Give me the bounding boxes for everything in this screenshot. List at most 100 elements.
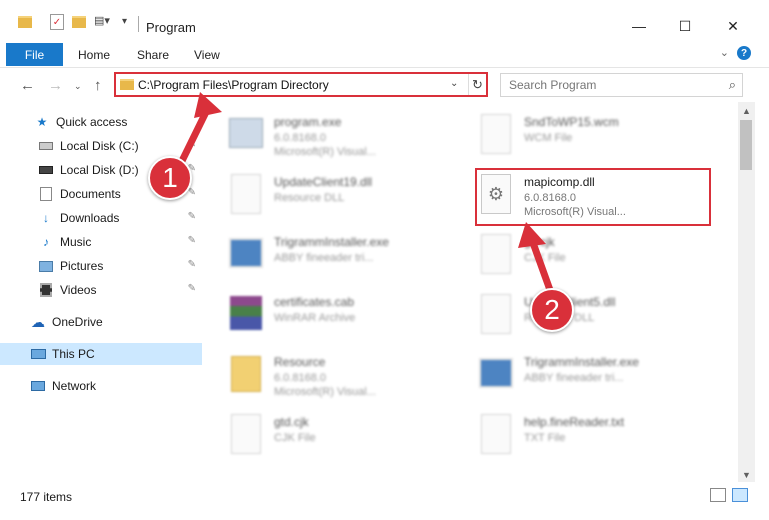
sidebar-item-label: OneDrive	[52, 315, 103, 329]
tab-share[interactable]: Share	[137, 48, 169, 62]
sidebar-item-network[interactable]: Network	[0, 375, 202, 397]
tab-home[interactable]: Home	[78, 48, 110, 62]
file-name: TrigrammInstaller.exe	[274, 235, 389, 249]
file-item[interactable]: gtl.cjk CJK File	[452, 228, 702, 286]
file-item[interactable]: UpdateClient5.dll Resource DLL	[452, 288, 702, 346]
sidebar-item-label: Quick access	[56, 115, 128, 129]
address-dropdown-icon[interactable]: ⌄	[450, 78, 458, 89]
sidebar-item-local-disk-c[interactable]: Local Disk (C:) ✎	[0, 135, 202, 157]
sidebar-item-pictures[interactable]: Pictures ✎	[0, 255, 202, 277]
maximize-button[interactable]: ☐	[662, 12, 708, 40]
file-name: program.exe	[274, 115, 342, 129]
folder-icon	[226, 352, 266, 396]
pin-icon[interactable]: ✎	[188, 235, 196, 246]
file-type: TXT File	[524, 432, 566, 444]
pin-icon[interactable]: ✎	[188, 211, 196, 222]
pin-icon[interactable]: ✎	[188, 139, 196, 150]
archive-icon	[226, 292, 266, 336]
file-item[interactable]: help.fineReader.txt TXT File	[452, 408, 702, 466]
file-type: WinRAR Archive	[274, 312, 356, 324]
title-divider	[138, 16, 139, 32]
file-item[interactable]: TrigrammInstaller.exe ABBY fineeader tri…	[202, 228, 452, 286]
scroll-down-icon[interactable]: ▼	[742, 470, 751, 480]
sidebar-item-label: Downloads	[60, 211, 120, 225]
pin-icon[interactable]: ✎	[188, 283, 196, 294]
file-version: 6.0.8168.0	[274, 372, 326, 384]
new-folder-icon[interactable]	[72, 16, 86, 28]
sidebar-item-videos[interactable]: Videos ✎	[0, 279, 202, 301]
sidebar-item-onedrive[interactable]: ☁ OneDrive	[0, 311, 202, 333]
search-icon: ⌕	[728, 77, 736, 92]
sidebar-item-label: Local Disk (C:)	[60, 139, 139, 153]
file-description: Microsoft(R) Visual...	[274, 386, 376, 398]
scroll-thumb[interactable]	[740, 120, 752, 170]
cloud-icon: ☁	[31, 313, 45, 330]
vertical-scrollbar[interactable]: ▲ ▼	[738, 102, 755, 482]
file-item[interactable]: SndToWP15.wcm WCM File	[452, 108, 702, 166]
expand-ribbon-icon[interactable]: ⌄	[720, 46, 729, 59]
file-item[interactable]: program.exe 6.0.8168.0 Microsoft(R) Visu…	[202, 108, 452, 166]
sidebar-item-music[interactable]: ♪ Music ✎	[0, 231, 202, 253]
sidebar-item-label: Music	[60, 235, 92, 249]
file-item[interactable]: certificates.cab WinRAR Archive	[202, 288, 452, 346]
large-icons-view-icon[interactable]	[732, 488, 748, 502]
sidebar-item-this-pc[interactable]: This PC	[0, 343, 202, 365]
file-type: CJK File	[524, 252, 566, 264]
back-icon[interactable]: ←	[20, 77, 35, 94]
refresh-icon[interactable]: ↻	[468, 74, 486, 95]
computer-icon	[30, 346, 46, 362]
file-list: program.exe 6.0.8168.0 Microsoft(R) Visu…	[202, 102, 738, 482]
tab-view[interactable]: View	[194, 48, 220, 62]
help-icon[interactable]: ?	[737, 46, 751, 60]
close-button[interactable]: ✕	[710, 12, 756, 40]
recent-locations-icon[interactable]: ⌄	[74, 81, 82, 92]
address-bar[interactable]: C:\Program Files\Program Directory ⌄ ↻	[114, 72, 488, 97]
dll-icon	[226, 172, 266, 216]
folder-icon	[18, 16, 32, 28]
file-item[interactable]: UpdateClient19.dll Resource DLL	[202, 168, 452, 226]
file-item[interactable]: TrigrammInstaller.exe ABBY fineeader tri…	[452, 348, 702, 406]
videos-icon	[38, 282, 54, 298]
properties-icon[interactable]: ✓	[50, 14, 64, 30]
sidebar-item-label: Network	[52, 379, 97, 393]
sidebar-item-downloads[interactable]: ↓ Downloads ✎	[0, 207, 202, 229]
up-icon[interactable]: ↑	[94, 77, 102, 94]
documents-icon	[38, 186, 54, 202]
sidebar-item-label: Videos	[60, 283, 97, 297]
file-name: SndToWP15.wcm	[524, 115, 619, 129]
search-input[interactable]: Search Program	[509, 78, 596, 92]
file-icon	[226, 412, 266, 456]
file-icon	[476, 232, 516, 276]
file-name: gtd.cjk	[274, 415, 309, 429]
file-name: UpdateClient19.dll	[274, 175, 373, 189]
file-name: help.fineReader.txt	[524, 415, 625, 429]
music-icon: ♪	[43, 235, 49, 249]
sidebar-item-label: This PC	[52, 347, 95, 361]
search-box[interactable]: Search Program ⌕	[500, 73, 743, 97]
pictures-icon	[38, 258, 54, 274]
details-view-icon[interactable]	[710, 488, 726, 502]
scroll-up-icon[interactable]: ▲	[742, 106, 751, 116]
address-path[interactable]: C:\Program Files\Program Directory	[138, 78, 329, 92]
file-type: CJK File	[274, 432, 316, 444]
file-type: Resource DLL	[274, 192, 345, 204]
customize-toolbar-icon[interactable]: ▤▾	[94, 14, 110, 27]
pin-icon[interactable]: ✎	[188, 259, 196, 270]
forward-icon[interactable]: →	[48, 77, 63, 94]
file-item[interactable]: gtd.cjk CJK File	[202, 408, 452, 466]
tab-file[interactable]: File	[6, 43, 63, 66]
step-badge-2: 2	[530, 288, 574, 332]
file-type: ABBY fineeader tri...	[274, 252, 374, 264]
exe-icon	[226, 112, 266, 156]
highlight-box	[475, 168, 711, 226]
file-description: Microsoft(R) Visual...	[274, 146, 376, 158]
qa-dropdown-icon[interactable]: ▾	[122, 16, 127, 27]
title-bar: ✓ ▤▾ ▾ Program — ☐ ✕	[0, 0, 769, 40]
sidebar-item-quick-access[interactable]: ★ Quick access	[0, 111, 202, 133]
minimize-button[interactable]: —	[616, 12, 662, 40]
step-badge-1: 1	[148, 156, 192, 200]
navigation-bar: ← → ⌄ ↑ C:\Program Files\Program Directo…	[0, 68, 769, 102]
network-icon	[30, 378, 46, 394]
file-name: gtl.cjk	[524, 235, 555, 249]
file-item[interactable]: Resource 6.0.8168.0 Microsoft(R) Visual.…	[202, 348, 452, 406]
